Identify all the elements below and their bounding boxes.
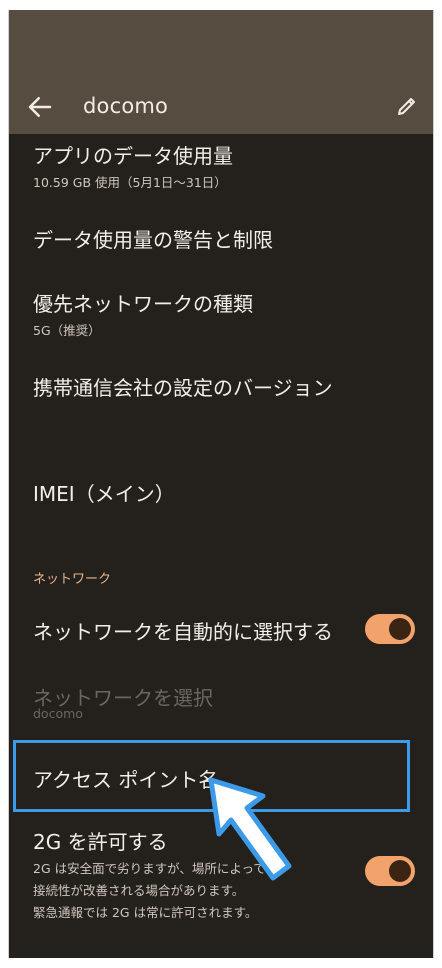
- pointer-arrow-icon: [208, 777, 292, 881]
- preferred-network-type-item[interactable]: 優先ネットワークの種類 5G（推奨）: [9, 278, 433, 348]
- pencil-icon[interactable]: [395, 94, 419, 118]
- network-section-header: ネットワーク: [33, 572, 112, 587]
- data-warning-limit-item[interactable]: データ使用量の警告と制限: [9, 210, 433, 266]
- data-warning-limit-title: データ使用量の警告と制限: [33, 228, 273, 252]
- select-network-item: ネットワークを選択 docomo: [9, 676, 433, 736]
- app-bar: docomo: [9, 10, 433, 134]
- auto-select-network-title: ネットワークを自動的に選択する: [33, 620, 333, 644]
- auto-select-network-item[interactable]: ネットワークを自動的に選択する: [9, 606, 433, 662]
- preferred-network-type-subtitle: 5G（推奨）: [33, 323, 101, 338]
- preferred-network-type-title: 優先ネットワークの種類: [33, 292, 253, 316]
- auto-select-network-toggle[interactable]: [365, 614, 415, 644]
- app-data-usage-subtitle: 10.59 GB 使用（5月1日〜31日）: [33, 175, 227, 190]
- allow-2g-toggle[interactable]: [365, 856, 415, 886]
- imei-item[interactable]: IMEI（メイン）: [9, 468, 433, 524]
- carrier-settings-version-title: 携帯通信会社の設定のバージョン: [33, 376, 333, 400]
- arrow-left-icon[interactable]: [25, 92, 55, 122]
- toggle-knob: [389, 860, 411, 882]
- page-title: docomo: [83, 94, 169, 118]
- settings-screen: docomo アプリのデータ使用量 10.59 GB 使用（5月1日〜31日） …: [8, 10, 434, 958]
- toggle-knob: [389, 618, 411, 640]
- screenshot-frame: docomo アプリのデータ使用量 10.59 GB 使用（5月1日〜31日） …: [0, 0, 442, 968]
- app-data-usage-item[interactable]: アプリのデータ使用量 10.59 GB 使用（5月1日〜31日）: [9, 134, 433, 208]
- app-data-usage-title: アプリのデータ使用量: [33, 144, 233, 168]
- allow-2g-title: 2G を許可する: [33, 830, 168, 854]
- imei-title: IMEI（メイン）: [33, 482, 175, 506]
- select-network-subtitle: docomo: [33, 706, 83, 721]
- carrier-settings-version-item[interactable]: 携帯通信会社の設定のバージョン: [9, 362, 433, 418]
